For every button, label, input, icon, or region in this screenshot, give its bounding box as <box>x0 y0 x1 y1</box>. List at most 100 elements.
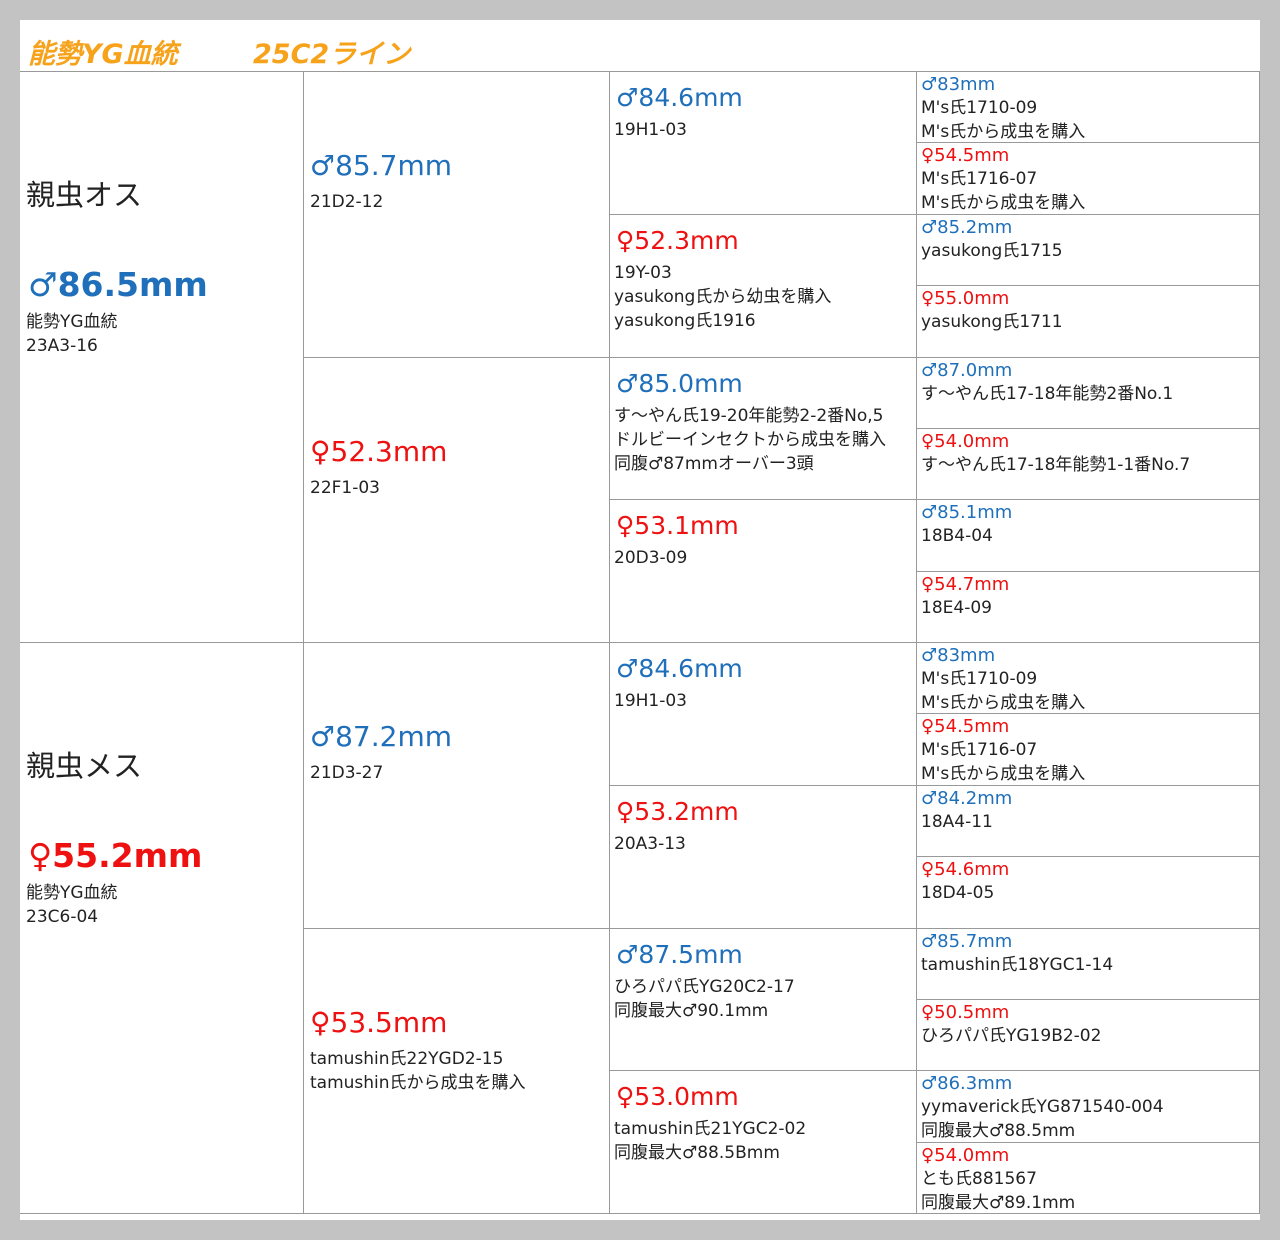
detail-line: 同腹最大♂90.1mm <box>614 1000 769 1021</box>
detail-line: 20D3-09 <box>614 548 688 569</box>
detail-lines: 22F1-03 <box>310 476 380 500</box>
pedigree-cell-sire-father-father: ♂84.6mm 19H1-03 <box>610 72 917 215</box>
detail-lines: ひろパパ氏YG20C2-17 同腹最大♂90.1mm <box>614 975 795 1023</box>
size-label: ♀53.1mm <box>616 511 739 541</box>
pedigree-cell-dam-father: ♂87.2mm 21D3-27 <box>304 643 610 929</box>
pedigree-cell-dam-mother-mother: ♀53.0mm tamushin氏21YGC2-02 同腹最大♂88.5Bmm <box>610 1071 917 1214</box>
detail-line: M's氏から成虫を購入 <box>921 193 1086 214</box>
size-label: ♀53.5mm <box>310 1005 448 1039</box>
pedigree-cell-dam-mother-father-mother: ♀50.5mm ひろパパ氏YG19B2-02 <box>917 999 1260 1072</box>
size-label: ♀54.0mm <box>921 430 1010 452</box>
size-label: ♀54.5mm <box>921 145 1010 167</box>
detail-lines: yasukong氏1711 <box>921 310 1063 334</box>
detail-line: tamushin氏22YGD2-15 <box>310 1048 504 1069</box>
detail-line: 同腹最大♂89.1mm <box>921 1192 1076 1213</box>
detail-lines: M's氏1710-09 M's氏から成虫を購入 <box>921 667 1086 713</box>
pedigree-cell-sire-father-mother: ♀52.3mm 19Y-03 yasukong氏から幼虫を購入 yasukong氏19… <box>610 214 917 358</box>
size-label: ♂83mm <box>921 74 996 95</box>
detail-lines: 20D3-09 <box>614 546 687 570</box>
pedigree-cell-dam-father-father: ♂84.6mm 19H1-03 <box>610 643 917 786</box>
detail-line: 18A4-11 <box>921 811 993 832</box>
size-label: ♂87.0mm <box>921 359 1013 381</box>
size-label: ♀55.0mm <box>921 288 1010 310</box>
size-label: ♀54.7mm <box>921 573 1010 595</box>
detail-line: 19H1-03 <box>614 120 687 140</box>
detail-line: M's氏から成虫を購入 <box>921 122 1086 142</box>
detail-lines: 19H1-03 <box>614 118 687 142</box>
size-label: ♂87.2mm <box>310 720 452 753</box>
detail-line: 23C6-04 <box>26 907 99 927</box>
detail-line: ひろパパ氏YG20C2-17 <box>614 976 795 997</box>
detail-line: M's氏から成虫を購入 <box>921 764 1086 785</box>
detail-lines: tamushin氏18YGC1-14 <box>921 953 1113 977</box>
pedigree-sheet: 能勢YG血統 25C2ライン 親虫オス ♂86.5mm 能勢YG血統 23A3-16 ♂… <box>20 20 1260 1220</box>
pedigree-cell-dam-father-mother: ♀53.2mm 20A3-13 <box>610 785 917 929</box>
parent-role-label: 親虫オス <box>26 178 143 212</box>
pedigree-cell-dam-mother: ♀53.5mm tamushin氏22YGD2-15 tamushin氏から成虫を購… <box>304 928 610 1214</box>
detail-lines: す～やん氏17-18年能勢1-1番No.7 <box>921 453 1190 477</box>
pedigree-cell-dam-father-father-mother: ♀54.5mm M's氏1716-07 M's氏から成虫を購入 <box>917 714 1260 786</box>
detail-lines: ひろパパ氏YG19B2-02 <box>921 1024 1101 1048</box>
pedigree-cell-sire-father-father-father: ♂83mm M's氏1710-09 M's氏から成虫を購入 <box>917 72 1260 144</box>
detail-line: ひろパパ氏YG19B2-02 <box>921 1025 1102 1046</box>
detail-line: 21D2-12 <box>310 192 384 212</box>
pedigree-cell-sire-father: ♂85.7mm 21D2-12 <box>304 72 610 358</box>
detail-lines: yymaverick氏YG871540-004 同腹最大♂88.5mm <box>921 1095 1164 1142</box>
pedigree-cell-sire-mother-mother-mother: ♀54.7mm 18E4-09 <box>917 571 1260 644</box>
pedigree-cell-sire: 親虫オス ♂86.5mm 能勢YG血統 23A3-16 <box>20 72 304 643</box>
page-title: 能勢YG血統 <box>28 39 178 70</box>
size-label: ♂84.6mm <box>616 83 743 112</box>
detail-lines: 能勢YG血統 23A3-16 <box>26 310 118 358</box>
detail-line: yasukong氏1711 <box>921 312 1063 333</box>
detail-line: 22F1-03 <box>310 477 380 498</box>
detail-line: 同腹♂87mmオーバー3頭 <box>614 453 814 474</box>
size-label: ♀53.2mm <box>616 796 739 826</box>
detail-line: 同腹最大♂88.5mm <box>921 1121 1076 1142</box>
size-label: ♂85.7mm <box>921 930 1013 952</box>
detail-lines: す～やん氏19-20年能勢2-2番No,5 ドルビーインセクトから成虫を購入 同腹♂… <box>614 404 886 476</box>
pedigree-cell-dam-mother-mother-father: ♂86.3mm yymaverick氏YG871540-004 同腹最大♂88.5m… <box>917 1071 1260 1143</box>
detail-line: M's氏1716-07 <box>921 169 1038 190</box>
detail-lines: 19Y-03 yasukong氏から幼虫を購入 yasukong氏1916 <box>614 261 831 333</box>
pedigree-cell-sire-father-mother-mother: ♀55.0mm yasukong氏1711 <box>917 286 1260 358</box>
pedigree-cell-dam-father-mother-mother: ♀54.6mm 18D4-05 <box>917 857 1260 929</box>
detail-lines: tamushin氏22YGD2-15 tamushin氏から成虫を購入 <box>310 1047 526 1095</box>
pedigree-cell-dam-father-father-father: ♂83mm M's氏1710-09 M's氏から成虫を購入 <box>917 643 1260 715</box>
size-label: ♂85.2mm <box>921 216 1013 238</box>
parent-role-label: 親虫メス <box>26 749 143 783</box>
detail-line: 18D4-05 <box>921 883 995 904</box>
detail-lines: 18A4-11 <box>921 810 993 834</box>
detail-lines: 20A3-13 <box>614 832 686 856</box>
detail-line: ドルビーインセクトから成虫を購入 <box>614 429 886 450</box>
size-label: ♀55.2mm <box>28 836 203 875</box>
pedigree-cell-dam-mother-mother-mother: ♀54.0mm とも氏881567 同腹最大♂89.1mm <box>917 1142 1260 1215</box>
detail-lines: す～やん氏17-18年能勢2番No.1 <box>921 382 1173 406</box>
size-label: ♀54.0mm <box>921 1144 1010 1166</box>
detail-lines: 21D3-27 <box>310 761 383 785</box>
detail-lines: M's氏1716-07 M's氏から成虫を購入 <box>921 167 1086 214</box>
size-label: ♀52.3mm <box>310 434 448 468</box>
detail-lines: yasukong氏1715 <box>921 239 1063 263</box>
detail-line: M's氏から成虫を購入 <box>921 693 1086 713</box>
size-label: ♂85.0mm <box>616 368 743 398</box>
size-label: ♀50.5mm <box>921 1001 1010 1023</box>
pedigree-cell-sire-mother: ♀52.3mm 22F1-03 <box>304 357 610 643</box>
pedigree-cell-sire-mother-mother-father: ♂85.1mm 18B4-04 <box>917 500 1260 572</box>
pedigree-cell-sire-mother-father-father: ♂87.0mm す～やん氏17-18年能勢2番No.1 <box>917 357 1260 429</box>
pedigree-cell-sire-mother-father-mother: ♀54.0mm す～やん氏17-18年能勢1-1番No.7 <box>917 428 1260 501</box>
detail-line: tamushin氏21YGC2-02 <box>614 1119 807 1140</box>
detail-lines: 18D4-05 <box>921 881 994 905</box>
title-bar: 能勢YG血統 25C2ライン <box>20 20 1260 72</box>
size-label: ♀53.0mm <box>616 1082 739 1112</box>
pedigree-cell-dam-father-mother-father: ♂84.2mm 18A4-11 <box>917 785 1260 858</box>
detail-line: M's氏1710-09 <box>921 98 1038 118</box>
detail-line: す～やん氏17-18年能勢1-1番No.7 <box>921 454 1191 475</box>
size-label: ♂84.2mm <box>921 787 1013 809</box>
detail-line: tamushin氏から成虫を購入 <box>310 1072 526 1093</box>
pedigree-cell-dam-mother-father: ♂87.5mm ひろパパ氏YG20C2-17 同腹最大♂90.1mm <box>610 928 917 1072</box>
detail-line: yasukong氏から幼虫を購入 <box>614 286 832 307</box>
detail-lines: とも氏881567 同腹最大♂89.1mm <box>921 1167 1076 1213</box>
detail-lines: 能勢YG血統 23C6-04 <box>26 881 118 929</box>
detail-lines: 19H1-03 <box>614 689 687 713</box>
size-label: ♂85.1mm <box>921 502 1013 524</box>
